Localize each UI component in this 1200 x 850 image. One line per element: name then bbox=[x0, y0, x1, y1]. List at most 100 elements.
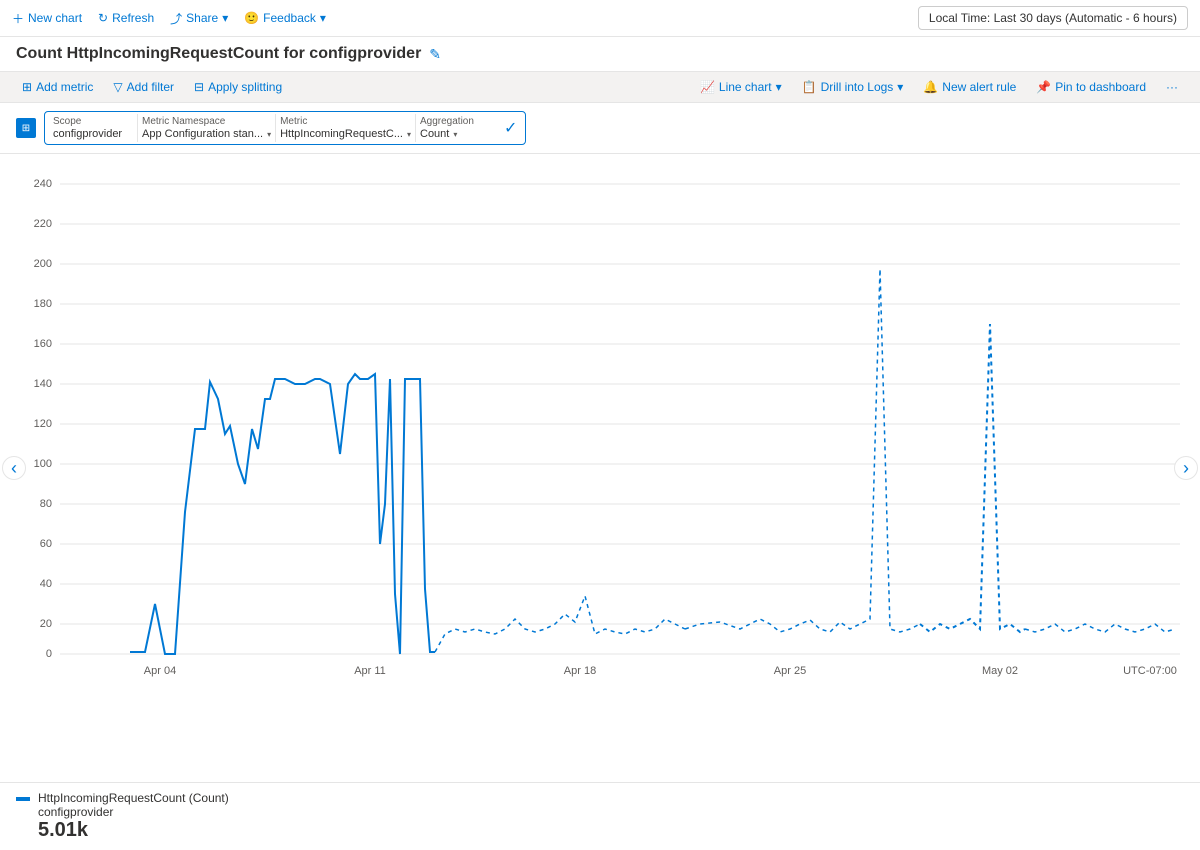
toolbar-right: 📈 Line chart ▾ 📋 Drill into Logs ▾ 🔔 New… bbox=[694, 76, 1184, 98]
share-label: Share bbox=[186, 11, 218, 25]
aggregation-chevron-icon: ▾ bbox=[453, 130, 457, 139]
feedback-icon: 🙂 bbox=[244, 11, 259, 25]
edit-icon[interactable]: ✎ bbox=[429, 46, 441, 63]
add-metric-label: Add metric bbox=[36, 80, 93, 94]
refresh-icon: ↻ bbox=[98, 11, 108, 25]
metric-field: Metric HttpIncomingRequestC... ▾ bbox=[280, 116, 411, 140]
more-options-button[interactable]: ··· bbox=[1160, 76, 1184, 98]
svg-text:May 02: May 02 bbox=[982, 665, 1018, 677]
apply-splitting-label: Apply splitting bbox=[208, 80, 282, 94]
line-chart-chevron-icon: ▾ bbox=[776, 80, 782, 94]
metric-value: HttpIncomingRequestC... bbox=[280, 128, 403, 140]
pin-icon: 📌 bbox=[1036, 80, 1051, 94]
svg-text:60: 60 bbox=[40, 538, 52, 550]
add-metric-button[interactable]: ⊞ Add metric bbox=[16, 76, 99, 98]
divider1 bbox=[137, 114, 138, 142]
metric-row: ⊞ Scope configprovider Metric Namespace … bbox=[0, 103, 1200, 154]
svg-text:Apr 18: Apr 18 bbox=[564, 665, 596, 677]
feedback-label: Feedback bbox=[263, 11, 316, 25]
legend-name: HttpIncomingRequestCount (Count) bbox=[38, 791, 229, 805]
divider3 bbox=[415, 114, 416, 142]
new-alert-rule-button[interactable]: 🔔 New alert rule bbox=[917, 76, 1022, 98]
chart-area: ‹ › 240 220 200 bbox=[0, 154, 1200, 782]
drill-into-logs-button[interactable]: 📋 Drill into Logs ▾ bbox=[796, 76, 910, 98]
svg-text:20: 20 bbox=[40, 618, 52, 630]
page-wrapper: ＋ New chart ↻ Refresh ⤴ Share ▾ 🙂 Feedba… bbox=[0, 0, 1200, 850]
namespace-select[interactable]: App Configuration stan... ▾ bbox=[142, 128, 271, 140]
aggregation-label: Aggregation bbox=[420, 116, 500, 127]
scope-label: Scope bbox=[53, 116, 133, 127]
new-chart-icon: ＋ bbox=[12, 10, 24, 27]
legend-color-swatch bbox=[16, 797, 30, 801]
feedback-chevron-icon: ▾ bbox=[320, 11, 326, 25]
toolbar-left: ⊞ Add metric ▽ Add filter ⊟ Apply splitt… bbox=[16, 76, 288, 98]
new-chart-label: New chart bbox=[28, 11, 82, 25]
svg-text:180: 180 bbox=[34, 298, 52, 310]
share-button[interactable]: ⤴ Share ▾ bbox=[170, 10, 228, 27]
drill-logs-chevron-icon: ▾ bbox=[897, 80, 903, 94]
metric-pill[interactable]: Scope configprovider Metric Namespace Ap… bbox=[44, 111, 526, 145]
share-chevron-icon: ▾ bbox=[222, 11, 228, 25]
metric-select[interactable]: HttpIncomingRequestC... ▾ bbox=[280, 128, 411, 140]
svg-text:100: 100 bbox=[34, 458, 52, 470]
add-filter-button[interactable]: ▽ Add filter bbox=[107, 76, 180, 98]
svg-text:UTC-07:00: UTC-07:00 bbox=[1123, 665, 1177, 677]
namespace-chevron-icon: ▾ bbox=[267, 130, 271, 139]
main-content: ‹ › 240 220 200 bbox=[0, 154, 1200, 850]
metric-label-text: Metric bbox=[280, 116, 411, 127]
toolbar: ⊞ Add metric ▽ Add filter ⊟ Apply splitt… bbox=[0, 71, 1200, 103]
more-options-icon: ··· bbox=[1166, 80, 1178, 94]
pin-to-dashboard-button[interactable]: 📌 Pin to dashboard bbox=[1030, 76, 1152, 98]
chart-nav-left[interactable]: ‹ bbox=[2, 456, 26, 480]
apply-splitting-icon: ⊟ bbox=[194, 80, 204, 94]
svg-text:200: 200 bbox=[34, 258, 52, 270]
drill-logs-label: Drill into Logs bbox=[821, 80, 894, 94]
namespace-field: Metric Namespace App Configuration stan.… bbox=[142, 116, 271, 140]
svg-text:120: 120 bbox=[34, 418, 52, 430]
drill-logs-icon: 📋 bbox=[802, 80, 817, 94]
add-filter-icon: ▽ bbox=[113, 80, 122, 94]
metric-chevron-icon: ▾ bbox=[407, 130, 411, 139]
svg-text:0: 0 bbox=[46, 648, 52, 660]
legend-value: 5.01k bbox=[38, 819, 229, 842]
scope-value: configprovider bbox=[53, 128, 122, 140]
refresh-label: Refresh bbox=[112, 11, 154, 25]
aggregation-select[interactable]: Count ▾ bbox=[420, 128, 500, 140]
legend-details: HttpIncomingRequestCount (Count) configp… bbox=[38, 791, 229, 842]
legend-area: HttpIncomingRequestCount (Count) configp… bbox=[0, 782, 1200, 850]
apply-splitting-button[interactable]: ⊟ Apply splitting bbox=[188, 76, 288, 98]
scope-field: Scope configprovider bbox=[53, 116, 133, 140]
alert-label: New alert rule bbox=[942, 80, 1016, 94]
new-chart-button[interactable]: ＋ New chart bbox=[12, 10, 82, 27]
svg-text:140: 140 bbox=[34, 378, 52, 390]
svg-text:Apr 11: Apr 11 bbox=[354, 665, 386, 677]
line-chart-label: Line chart bbox=[719, 80, 772, 94]
svg-text:240: 240 bbox=[34, 178, 52, 190]
top-bar: ＋ New chart ↻ Refresh ⤴ Share ▾ 🙂 Feedba… bbox=[0, 0, 1200, 37]
metric-check-icon[interactable]: ✓ bbox=[504, 118, 517, 138]
divider2 bbox=[275, 114, 276, 142]
chart-nav-right[interactable]: › bbox=[1174, 456, 1198, 480]
time-range-button[interactable]: Local Time: Last 30 days (Automatic - 6 … bbox=[918, 6, 1188, 30]
pin-label: Pin to dashboard bbox=[1055, 80, 1146, 94]
legend-item: HttpIncomingRequestCount (Count) configp… bbox=[16, 791, 1184, 842]
aggregation-field: Aggregation Count ▾ bbox=[420, 116, 500, 140]
chart-svg: 240 220 200 180 160 140 120 100 80 60 40… bbox=[0, 164, 1200, 684]
add-metric-icon: ⊞ bbox=[22, 80, 32, 94]
svg-text:Apr 04: Apr 04 bbox=[144, 665, 176, 677]
feedback-button[interactable]: 🙂 Feedback ▾ bbox=[244, 11, 326, 25]
refresh-button[interactable]: ↻ Refresh bbox=[98, 11, 154, 25]
chart-title-bar: Count HttpIncomingRequestCount for confi… bbox=[0, 37, 1200, 71]
svg-text:220: 220 bbox=[34, 218, 52, 230]
svg-text:160: 160 bbox=[34, 338, 52, 350]
scope-icon: ⊞ bbox=[16, 118, 36, 138]
svg-text:80: 80 bbox=[40, 498, 52, 510]
top-bar-left: ＋ New chart ↻ Refresh ⤴ Share ▾ 🙂 Feedba… bbox=[12, 10, 326, 27]
chart-title: Count HttpIncomingRequestCount for confi… bbox=[16, 45, 421, 63]
time-range-label: Local Time: Last 30 days (Automatic - 6 … bbox=[929, 11, 1177, 25]
svg-text:40: 40 bbox=[40, 578, 52, 590]
line-chart-icon: 📈 bbox=[700, 80, 715, 94]
namespace-value: App Configuration stan... bbox=[142, 128, 263, 140]
scope-select[interactable]: configprovider bbox=[53, 128, 133, 140]
line-chart-button[interactable]: 📈 Line chart ▾ bbox=[694, 76, 788, 98]
